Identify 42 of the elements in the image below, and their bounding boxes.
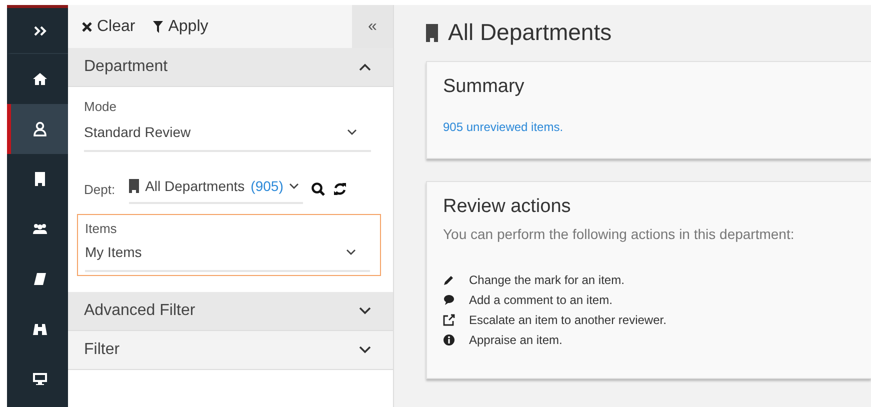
close-icon [82, 22, 92, 32]
department-select[interactable]: All Departments (905) [129, 174, 304, 204]
field-label: Dept: [84, 182, 116, 196]
action-text: Change the mark for an item. [469, 273, 624, 287]
card-title: Summary [443, 76, 526, 98]
mode-select[interactable]: Standard Review [84, 124, 371, 152]
field-label: Mode [84, 99, 118, 114]
user-icon [32, 121, 48, 137]
home-icon [32, 71, 48, 87]
page-title: All Departments [426, 19, 871, 46]
apply-button[interactable]: Apply [147, 14, 214, 40]
chevron-down-icon [347, 129, 357, 135]
chevron-down-icon [359, 346, 371, 354]
chevron-down-icon [359, 307, 371, 315]
intro-text: You can perform the following actions in this department: [443, 226, 796, 242]
funnel-icon [153, 20, 164, 32]
section-header[interactable]: Advanced Filter [68, 292, 393, 331]
chevron-up-icon [359, 63, 371, 71]
external-link-icon [443, 314, 455, 326]
collapse-button[interactable]: « [352, 5, 393, 48]
building-icon [426, 24, 438, 42]
search-icon[interactable] [311, 182, 326, 196]
refresh-icon[interactable] [333, 182, 348, 196]
unreviewed-items-link[interactable]: 905 unreviewed items. [443, 120, 564, 134]
action-text: Appraise an item. [469, 333, 562, 347]
speech-bubble-icon [443, 294, 455, 306]
monitor-icon [32, 371, 48, 387]
items-select[interactable]: My Items [85, 244, 370, 272]
group-icon [32, 221, 48, 237]
pencil-icon [443, 274, 455, 286]
section-header[interactable]: Department [68, 48, 393, 87]
action-text: Escalate an item to another reviewer. [469, 313, 666, 327]
field-label: Items [85, 221, 118, 236]
card-title: Review actions [443, 196, 572, 218]
section-header[interactable]: Filter [68, 331, 393, 370]
building-icon [129, 179, 140, 193]
nav-item[interactable] [7, 104, 68, 154]
action-text: Add a comment to an item. [469, 293, 612, 307]
chevron-down-icon [346, 249, 356, 255]
chevron-down-icon [289, 183, 300, 189]
clear-button[interactable]: Clear [76, 14, 142, 40]
info-icon [443, 334, 455, 346]
